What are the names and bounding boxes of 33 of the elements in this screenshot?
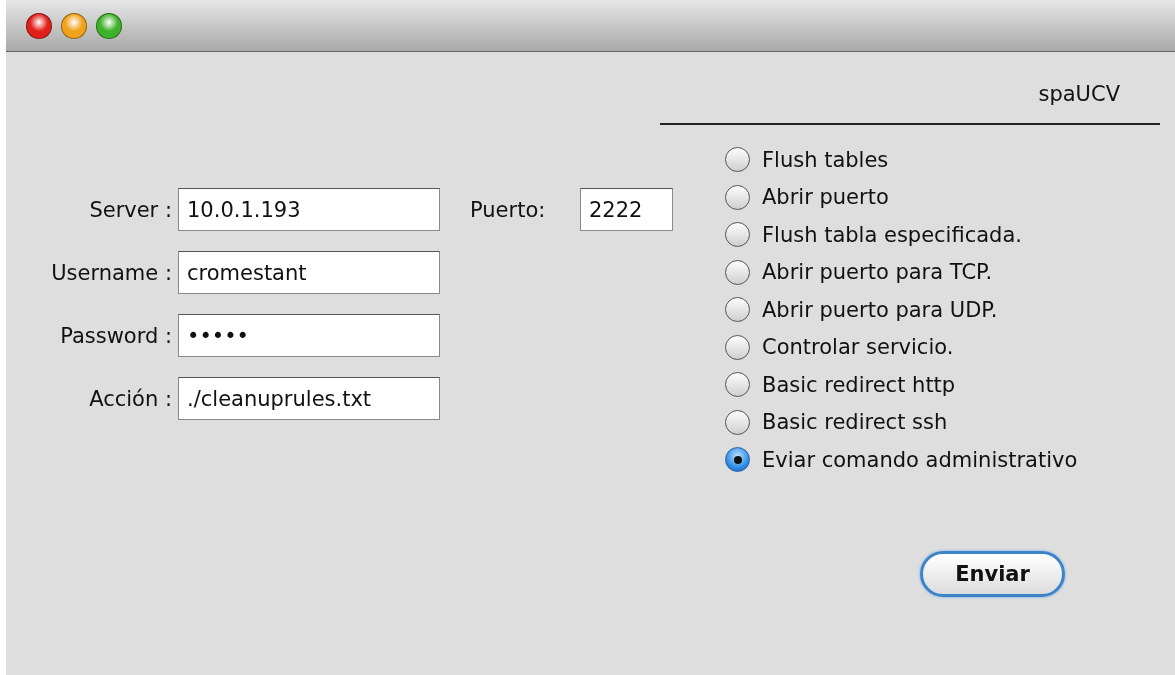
option-label: Abrir puerto para UDP. [762,297,998,322]
input-field[interactable]: cromestant [178,251,440,294]
input-field[interactable]: 2222 [580,188,673,231]
option-label: Abrir puerto [762,185,889,210]
radio-button[interactable] [725,372,750,398]
radio-button[interactable] [725,184,750,210]
radio-button[interactable] [725,222,750,248]
field-label: Username : [50,260,173,285]
input-field[interactable]: ••••• [178,314,440,357]
radio-button[interactable] [725,147,750,173]
radio-button[interactable] [725,409,750,435]
option-label: Eviar comando administrativo [762,447,1078,472]
window-control-icon[interactable] [61,12,87,39]
window-control-icon[interactable] [96,12,122,39]
option-label: Flush tabla especificada. [762,222,1022,247]
input-field[interactable]: 10.0.1.193 [178,188,440,231]
option-label: Abrir puerto para TCP. [762,260,993,285]
app-title: spaUCV [1038,82,1120,106]
field-label: Acción : [88,386,173,411]
radio-button[interactable] [725,447,750,473]
send-button[interactable]: Enviar [920,550,1065,597]
field-label: Server : [88,197,173,222]
option-label: Basic redirect http [762,372,956,397]
option-label: Controlar servicio. [762,335,954,360]
field-label: Password : [59,323,173,348]
field-label: Puerto: [469,197,547,222]
input-field[interactable]: ./cleanuprules.txt [178,377,440,420]
window-control-icon[interactable] [26,12,52,39]
option-label: Basic redirect ssh [762,410,948,435]
option-label: Flush tables [762,147,889,172]
radio-button[interactable] [725,259,750,285]
radio-button[interactable] [725,334,750,360]
radio-button[interactable] [725,297,750,323]
